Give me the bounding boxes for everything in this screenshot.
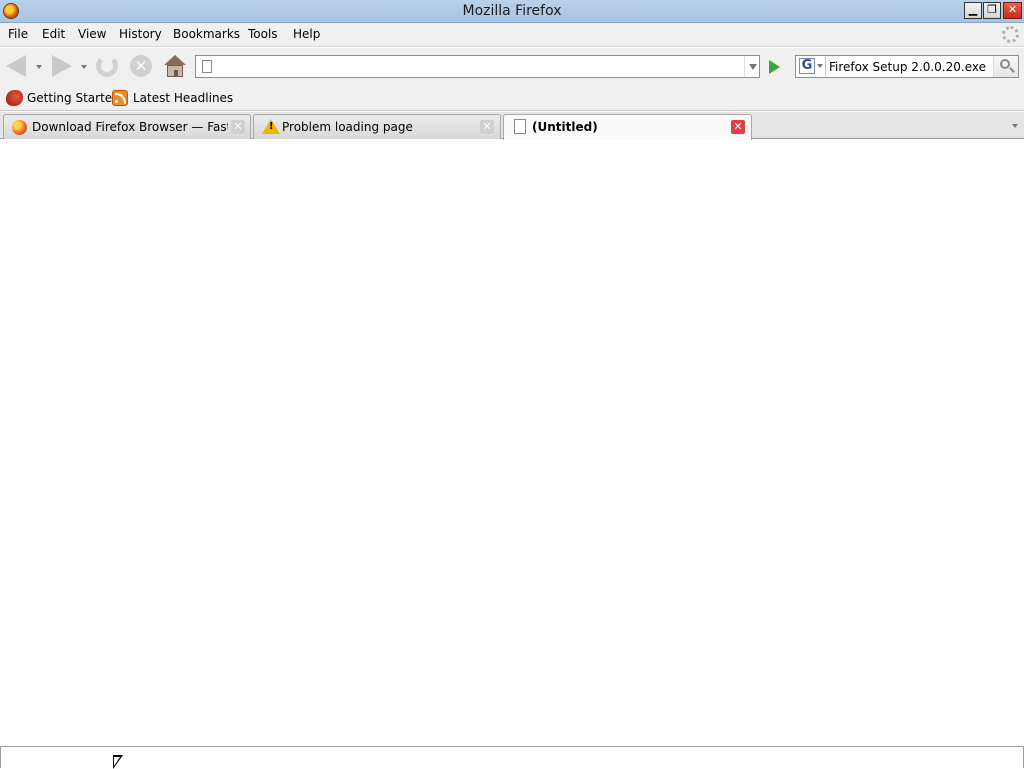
stop-icon: ✕ — [130, 55, 152, 77]
menu-help[interactable]: Help — [293, 27, 320, 41]
window-title: Mozilla Firefox — [462, 3, 562, 19]
restore-button[interactable]: ❐ — [983, 2, 1001, 19]
list-all-tabs-button[interactable] — [1007, 114, 1024, 138]
go-button[interactable] — [764, 58, 784, 76]
rss-feed-icon — [112, 90, 128, 106]
search-bar[interactable]: G — [795, 55, 1019, 78]
warning-icon — [262, 119, 280, 134]
tab-download-firefox[interactable]: Download Firefox Browser — Fast, ... ✕ — [3, 114, 251, 139]
back-history-dropdown-icon[interactable] — [36, 65, 42, 69]
reload-icon — [96, 55, 118, 77]
menu-bookmarks[interactable]: Bookmarks — [173, 27, 240, 41]
bookmark-label: Latest Headlines — [133, 91, 234, 105]
menu-view[interactable]: View — [78, 27, 106, 41]
forward-button[interactable] — [48, 53, 74, 79]
browser-window: Mozilla Firefox ▁ ❐ ✕ File Edit View His… — [0, 0, 1024, 769]
url-input[interactable] — [218, 58, 738, 75]
url-history-dropdown[interactable] — [744, 56, 760, 77]
menu-tools[interactable]: Tools — [248, 27, 278, 41]
menu-bar: File Edit View History Bookmarks Tools H… — [0, 23, 1024, 47]
tab-strip: Download Firefox Browser — Fast, ... ✕ P… — [0, 112, 1024, 140]
navigation-toolbar: ✕ G — [0, 48, 1024, 85]
home-button[interactable] — [162, 53, 188, 79]
search-input[interactable] — [829, 58, 989, 75]
stop-button[interactable]: ✕ — [128, 53, 154, 79]
tab-label: (Untitled) — [532, 120, 598, 134]
bookmarks-toolbar: Getting Started Latest Headlines — [0, 85, 1024, 111]
address-bar[interactable] — [195, 55, 760, 78]
tab-untitled[interactable]: (Untitled) ✕ — [503, 114, 752, 140]
page-favicon-icon — [202, 60, 212, 73]
close-window-button[interactable]: ✕ — [1003, 2, 1022, 19]
menu-file[interactable]: File — [8, 27, 28, 41]
getting-started-icon — [6, 90, 23, 106]
page-content[interactable] — [0, 140, 1024, 746]
forward-history-dropdown-icon[interactable] — [81, 65, 87, 69]
back-button[interactable] — [4, 53, 30, 79]
tab-close-button[interactable]: ✕ — [231, 120, 245, 134]
home-icon — [164, 55, 186, 77]
go-arrow-icon — [769, 60, 780, 74]
tab-problem-loading[interactable]: Problem loading page ✕ — [253, 114, 501, 139]
search-icon — [1000, 59, 1010, 69]
menu-edit[interactable]: Edit — [42, 27, 65, 41]
firefox-icon — [12, 120, 27, 135]
menu-history[interactable]: History — [119, 27, 162, 41]
tab-close-button[interactable]: ✕ — [480, 120, 494, 134]
title-bar[interactable]: Mozilla Firefox ▁ ❐ ✕ — [0, 0, 1024, 23]
document-icon — [514, 119, 526, 134]
search-button[interactable] — [993, 56, 1018, 77]
bookmark-getting-started[interactable]: Getting Started — [6, 90, 120, 108]
minimize-button[interactable]: ▁ — [964, 2, 982, 19]
chevron-down-icon — [817, 64, 823, 68]
tab-close-button[interactable]: ✕ — [731, 120, 745, 134]
tab-label: Problem loading page — [282, 120, 413, 134]
mouse-pointer-icon — [113, 755, 123, 769]
chevron-down-icon — [749, 64, 757, 70]
status-bar — [0, 746, 1024, 768]
activity-throbber-icon — [1002, 26, 1019, 43]
tab-label: Download Firefox Browser — Fast, ... — [32, 120, 228, 134]
search-engine-selector[interactable]: G — [796, 56, 826, 77]
chevron-down-icon — [1012, 124, 1018, 128]
reload-button[interactable] — [94, 53, 120, 79]
bookmark-latest-headlines[interactable]: Latest Headlines — [112, 90, 233, 108]
back-arrow-icon — [6, 55, 26, 77]
forward-arrow-icon — [52, 55, 72, 77]
bookmark-label: Getting Started — [27, 91, 120, 105]
google-icon: G — [799, 58, 815, 74]
